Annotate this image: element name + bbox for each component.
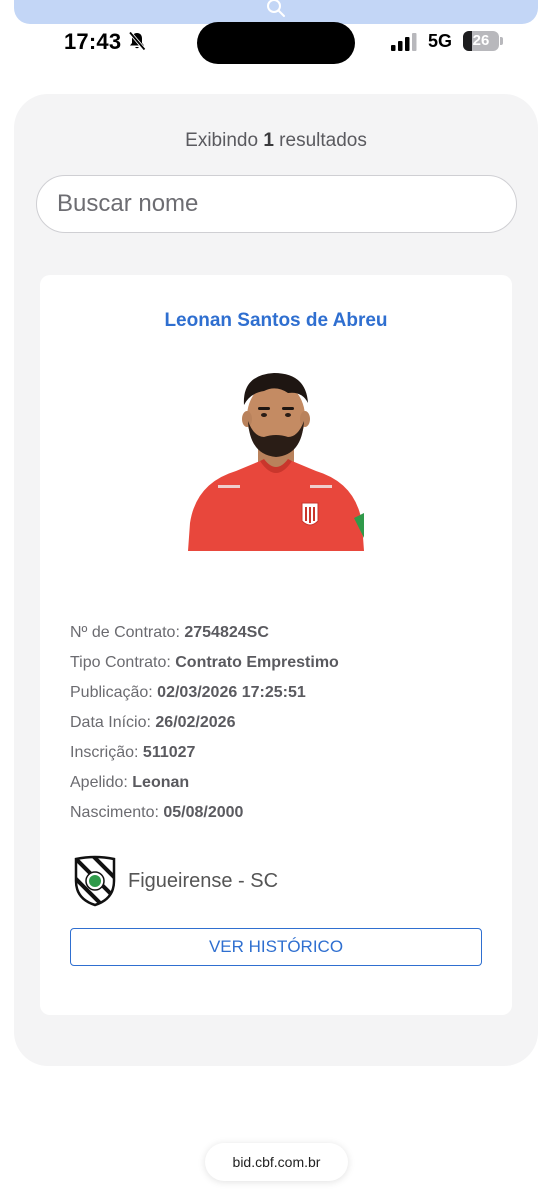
info-label: Data Início: xyxy=(70,714,151,731)
info-value: 2754824SC xyxy=(184,624,269,641)
battery-icon: 26 xyxy=(463,31,499,51)
results-count: Exibindo 1 resultados xyxy=(14,130,538,152)
results-prefix: Exibindo xyxy=(185,130,259,151)
info-label: Nº de Contrato: xyxy=(70,624,180,641)
info-label: Tipo Contrato: xyxy=(70,654,171,671)
club-name: Figueirense - SC xyxy=(128,869,279,892)
info-value: Contrato Emprestimo xyxy=(175,654,339,671)
bell-muted-icon xyxy=(128,31,146,51)
battery-percentage: 26 xyxy=(472,32,490,49)
clock: 17:43 xyxy=(64,29,122,54)
network-type: 5G xyxy=(428,31,453,51)
info-label: Apelido: xyxy=(70,774,128,791)
top-search-pill[interactable] xyxy=(14,0,538,24)
club-info: Figueirense - SC xyxy=(72,855,278,907)
info-label: Nascimento: xyxy=(70,804,159,821)
search-icon xyxy=(267,0,285,17)
dynamic-island xyxy=(197,22,355,64)
info-row: Publicação: 02/03/2026 17:25:51 xyxy=(70,678,339,708)
cellular-signal-icon xyxy=(391,33,417,51)
info-label: Publicação: xyxy=(70,684,153,701)
battery-tip xyxy=(500,37,503,45)
info-value: 26/02/2026 xyxy=(155,714,236,731)
info-value: Leonan xyxy=(132,774,190,791)
info-row: Tipo Contrato: Contrato Emprestimo xyxy=(70,648,339,678)
results-suffix: resultados xyxy=(279,130,367,151)
info-row: Apelido: Leonan xyxy=(70,768,339,798)
info-value: 511027 xyxy=(142,744,196,761)
browser-url-bar[interactable]: bid.cbf.com.br xyxy=(205,1143,348,1181)
info-row: Inscrição: 511027 xyxy=(70,738,339,768)
info-value: 02/03/2026 17:25:51 xyxy=(157,684,306,701)
view-history-button[interactable]: VER HISTÓRICO xyxy=(70,928,482,966)
figueirense-crest-icon xyxy=(74,855,116,907)
screen: 17:43 5G 26 Exibindo 1 resultados Buscar… xyxy=(0,0,553,1200)
player-photo xyxy=(188,373,364,551)
info-row: Nº de Contrato: 2754824SC xyxy=(70,618,339,648)
info-value: 05/08/2000 xyxy=(163,804,244,821)
player-card: Leonan Santos de Abreu Nº de Contrato: 2… xyxy=(40,275,512,1015)
info-row: Nascimento: 05/08/2000 xyxy=(70,798,339,828)
status-bar: 17:43 5G 26 xyxy=(0,22,553,64)
info-label: Inscrição: xyxy=(70,744,139,761)
player-name[interactable]: Leonan Santos de Abreu xyxy=(40,310,512,332)
contract-info: Nº de Contrato: 2754824SC Tipo Contrato: … xyxy=(70,618,339,828)
search-name-input[interactable] xyxy=(36,175,517,233)
results-panel: Exibindo 1 resultados Leonan Santos de A… xyxy=(14,94,538,1066)
results-number: 1 xyxy=(263,130,274,151)
info-row: Data Início: 26/02/2026 xyxy=(70,708,339,738)
